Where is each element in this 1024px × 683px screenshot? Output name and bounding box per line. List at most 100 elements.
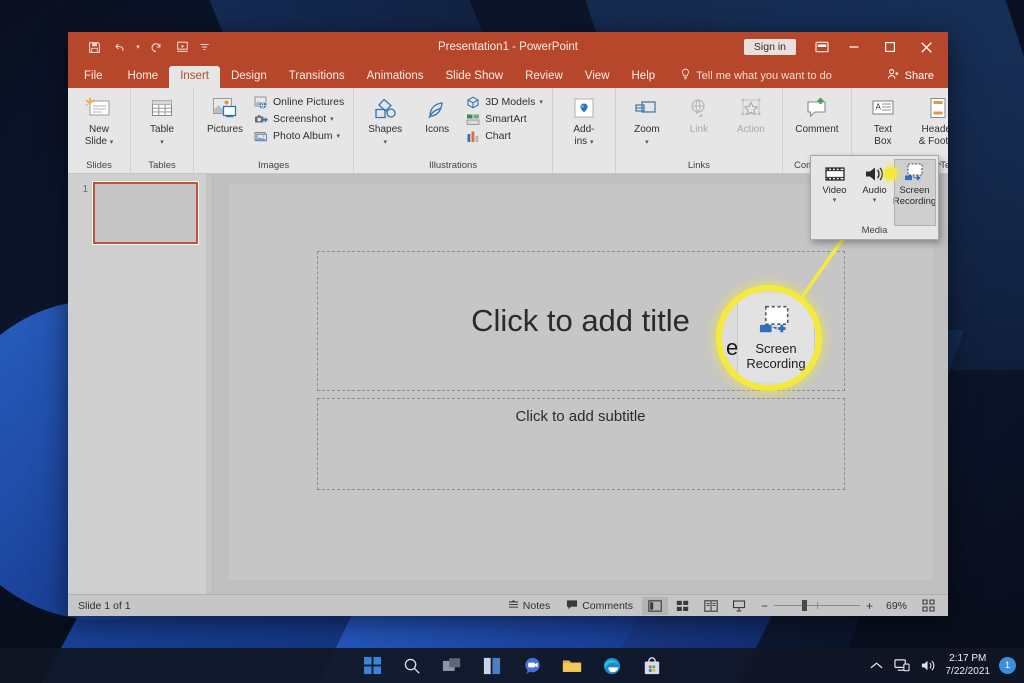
zoom-handle[interactable]	[801, 600, 807, 611]
thumbnail-item[interactable]: 1	[68, 181, 212, 245]
ribbon-display-options-icon[interactable]	[808, 35, 836, 59]
tab-design[interactable]: Design	[220, 67, 278, 89]
photo-album-button[interactable]: Photo Album ▾	[251, 128, 348, 145]
reading-view-icon[interactable]	[698, 597, 724, 615]
add-ins-label: Add-ins ▾	[573, 124, 595, 147]
network-monitor-icon[interactable]	[894, 657, 911, 674]
task-view-icon[interactable]	[441, 655, 463, 677]
icons-label: Icons	[425, 124, 450, 135]
zoom-button[interactable]: Zoom ▾	[621, 91, 673, 150]
notes-button[interactable]: Notes	[500, 597, 558, 615]
slide-thumbnail-1[interactable]	[92, 181, 199, 245]
start-from-beginning-button[interactable]	[170, 36, 194, 58]
comment-button[interactable]: Comment	[788, 91, 846, 139]
photo-album-icon	[253, 129, 269, 144]
action-button[interactable]: Action	[725, 91, 777, 139]
slide-canvas[interactable]: Click to add title Click to add subtitle	[228, 184, 933, 580]
volume-speaker-icon[interactable]	[920, 657, 937, 674]
tell-me-search[interactable]: Tell me what you want to do	[680, 68, 832, 88]
chevron-down-icon[interactable]: ▾	[833, 197, 837, 204]
start-button[interactable]	[361, 655, 383, 677]
save-button[interactable]	[82, 36, 106, 58]
undo-button[interactable]	[108, 36, 132, 58]
tab-slide-show[interactable]: Slide Show	[435, 67, 515, 89]
subtitle-placeholder[interactable]: Click to add subtitle	[316, 398, 845, 490]
chevron-down-icon[interactable]: ▾	[539, 99, 543, 106]
smartart-label: SmartArt	[485, 113, 527, 126]
online-pictures-button[interactable]: Online Pictures	[251, 94, 348, 111]
link-button[interactable]: Link	[673, 91, 725, 139]
zoom-track[interactable]	[773, 600, 860, 611]
video-menu-item[interactable]: Video ▾	[815, 160, 855, 225]
notification-badge[interactable]: 1	[999, 657, 1016, 674]
screen-recording-magnifier-callout: e Screen Recording	[716, 285, 822, 391]
zoom-percent-label[interactable]: 69%	[881, 600, 907, 612]
clock[interactable]: 2:17 PM 7/22/2021	[946, 653, 991, 678]
header-footer-button[interactable]: Header& Footer	[909, 91, 948, 150]
tab-review[interactable]: Review	[514, 67, 574, 89]
group-label-links: Links	[687, 159, 711, 171]
add-ins-button[interactable]: Add-ins ▾	[558, 91, 610, 150]
tab-transitions[interactable]: Transitions	[278, 67, 356, 89]
new-slide-label: New Slide ▾	[84, 124, 114, 147]
widgets-icon[interactable]	[481, 655, 503, 677]
comments-button[interactable]: Comments	[558, 597, 641, 615]
clock-date: 7/22/2021	[945, 665, 991, 677]
sign-in-button[interactable]: Sign in	[743, 39, 796, 55]
magnified-screen-recording-button[interactable]: Screen Recording	[737, 294, 815, 382]
screenshot-button[interactable]: Screenshot ▾	[251, 111, 348, 128]
zoom-out-button[interactable]: −	[761, 599, 768, 613]
text-box-button[interactable]: A Text Box	[857, 91, 909, 150]
minimize-icon[interactable]	[836, 33, 872, 61]
maximize-icon[interactable]	[872, 33, 908, 61]
slide-sorter-icon[interactable]	[670, 597, 696, 615]
smartart-button[interactable]: SmartArt	[463, 111, 547, 128]
store-bag-icon[interactable]	[641, 655, 663, 677]
redo-button[interactable]	[144, 36, 168, 58]
fit-to-window-icon[interactable]	[915, 597, 941, 615]
3d-models-button[interactable]: 3D Models ▾	[463, 94, 547, 111]
close-icon[interactable]	[908, 33, 944, 61]
link-icon	[686, 94, 712, 124]
share-button[interactable]: Share	[887, 68, 948, 88]
zoom-in-button[interactable]: +	[866, 599, 873, 613]
add-ins-icon	[571, 94, 597, 124]
normal-view-icon[interactable]	[641, 596, 668, 615]
tab-home[interactable]: Home	[117, 67, 170, 89]
shapes-label: Shapes ▾	[368, 124, 403, 146]
lightbulb-icon	[680, 68, 691, 83]
slide-show-icon[interactable]	[726, 597, 752, 615]
chevron-down-icon[interactable]: ▾	[873, 197, 877, 204]
shapes-button[interactable]: Shapes ▾	[359, 91, 411, 150]
undo-dropdown[interactable]: ▾	[134, 36, 142, 58]
magnified-screen-recording-label: Screen Recording	[746, 340, 806, 371]
action-label: Action	[737, 124, 765, 135]
new-slide-button[interactable]: New Slide ▾	[73, 91, 125, 150]
edge-browser-icon[interactable]	[601, 655, 623, 677]
zoom-slider[interactable]: − +	[753, 599, 881, 613]
thumbnail-scrollbar[interactable]	[206, 174, 212, 594]
table-button[interactable]: Table ▾	[136, 91, 188, 150]
media-dropdown-menu[interactable]: Video ▾ Audio ▾ Screen Recording Media	[810, 155, 939, 240]
chevron-down-icon[interactable]: ▾	[337, 133, 341, 140]
icons-button[interactable]: Icons	[411, 91, 463, 139]
tab-file[interactable]: File	[68, 67, 117, 89]
screen-recording-menu-item[interactable]: Screen Recording	[893, 159, 936, 226]
teams-chat-icon[interactable]	[521, 655, 543, 677]
table-icon	[149, 94, 175, 124]
search-icon[interactable]	[401, 655, 423, 677]
tab-view[interactable]: View	[574, 67, 621, 89]
comment-label: Comment	[795, 124, 839, 135]
tab-insert[interactable]: Insert	[169, 65, 220, 88]
chart-button[interactable]: Chart	[463, 128, 547, 145]
chevron-up-icon[interactable]	[868, 657, 885, 674]
tab-help[interactable]: Help	[621, 67, 667, 89]
pictures-button[interactable]: Pictures	[199, 91, 251, 139]
customize-quick-access-toolbar-button[interactable]	[196, 36, 212, 58]
folder-icon[interactable]	[561, 655, 583, 677]
text-box-label: Text Box	[873, 124, 893, 147]
ribbon-group-images: Pictures Online Pictures Screenshot ▾ Ph…	[194, 88, 355, 173]
chevron-down-icon[interactable]: ▾	[330, 116, 334, 123]
tab-animations[interactable]: Animations	[356, 67, 435, 89]
ribbon-group-tables: Table ▾ Tables	[131, 88, 194, 173]
